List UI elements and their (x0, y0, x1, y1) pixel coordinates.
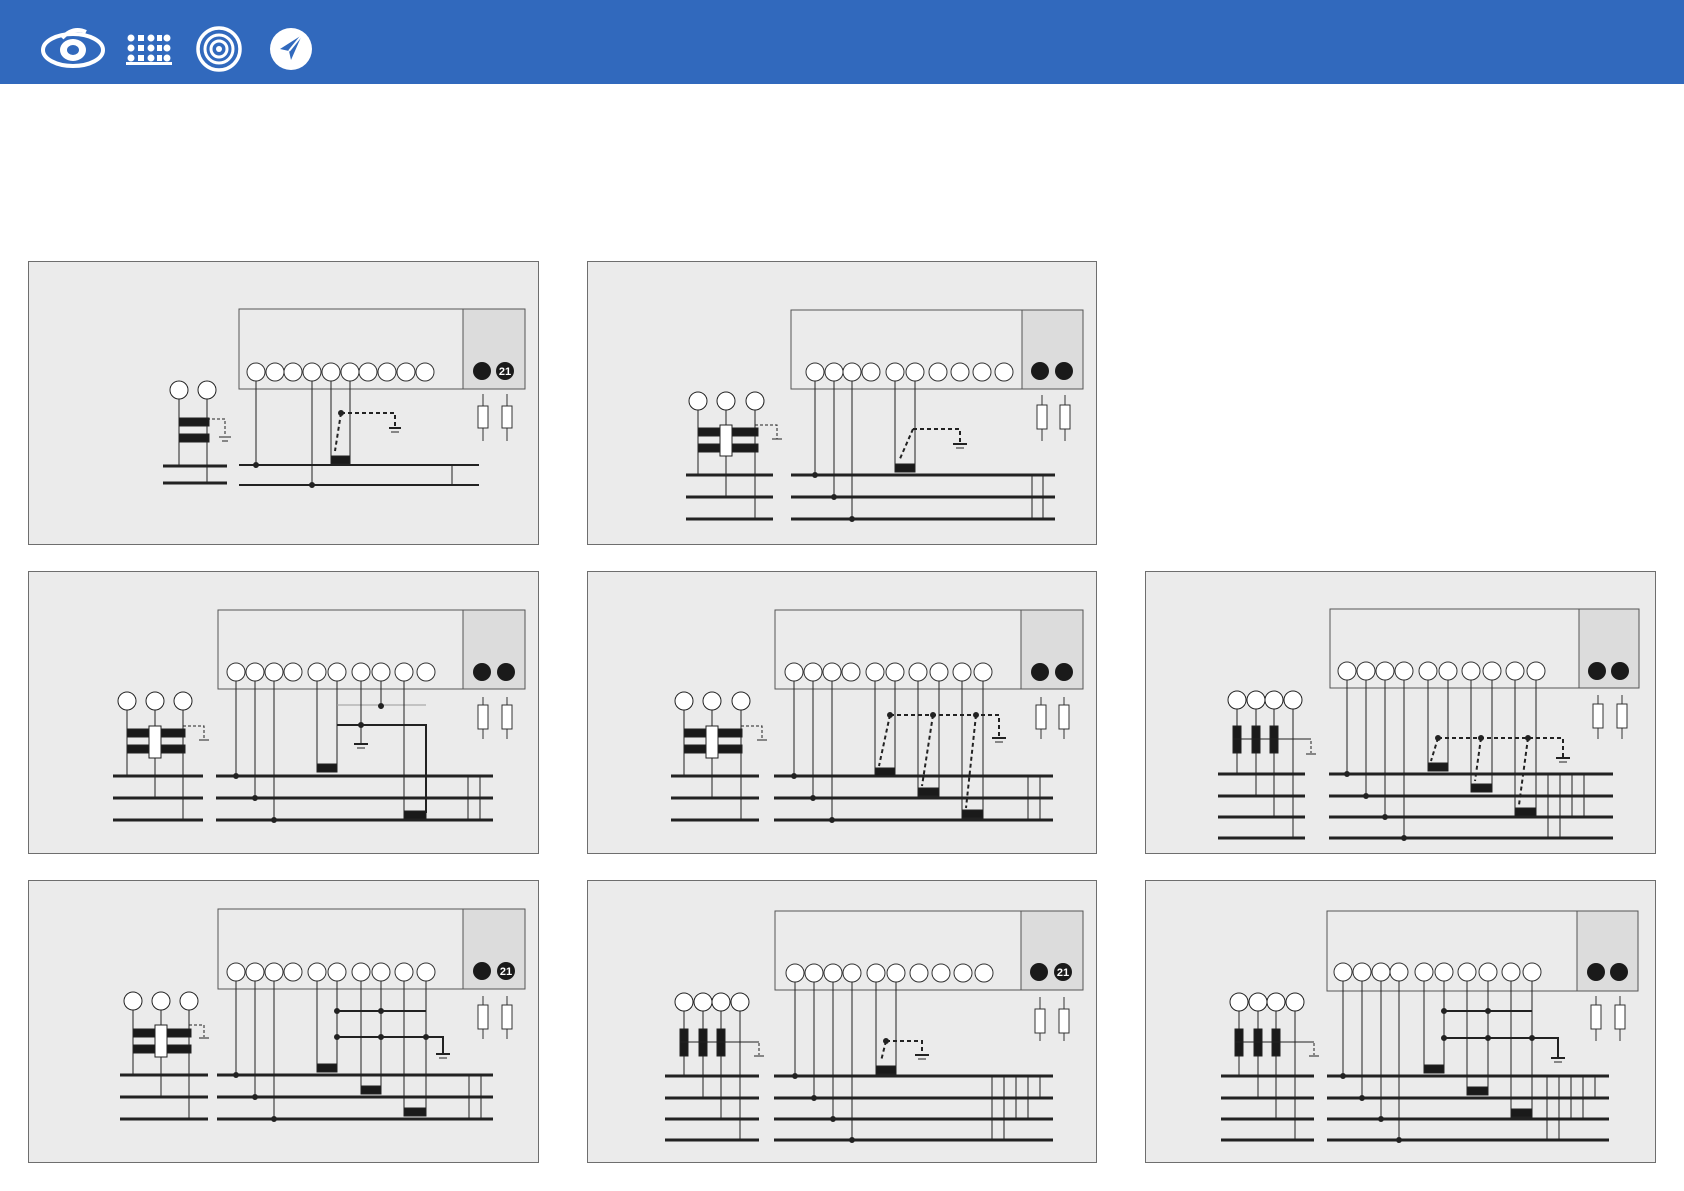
badge-21: 21 (500, 966, 512, 978)
grid-icon[interactable] (126, 24, 172, 76)
wiring-diagram-d (587, 571, 1097, 854)
wiring-diagram-g: 21 (587, 880, 1097, 1163)
wiring-diagram-e (1145, 571, 1656, 854)
output-terminal-1 (473, 362, 491, 380)
wiring-diagram-a: 21 (28, 261, 539, 545)
wiring-diagram-f: 21 (28, 880, 539, 1163)
paper-plane-icon[interactable] (268, 24, 314, 76)
fuse-symbols (477, 394, 513, 441)
wiring-diagram-b (587, 261, 1097, 545)
header-bar (0, 0, 1684, 84)
badge-21: 21 (1057, 967, 1069, 979)
busbars (163, 464, 227, 485)
wiring-diagram-c (28, 571, 539, 854)
badge-21: 21 (499, 366, 511, 378)
spiral-target-icon[interactable] (196, 24, 242, 76)
wiring-diagram-h (1145, 880, 1656, 1163)
eye-icon[interactable] (40, 24, 106, 76)
